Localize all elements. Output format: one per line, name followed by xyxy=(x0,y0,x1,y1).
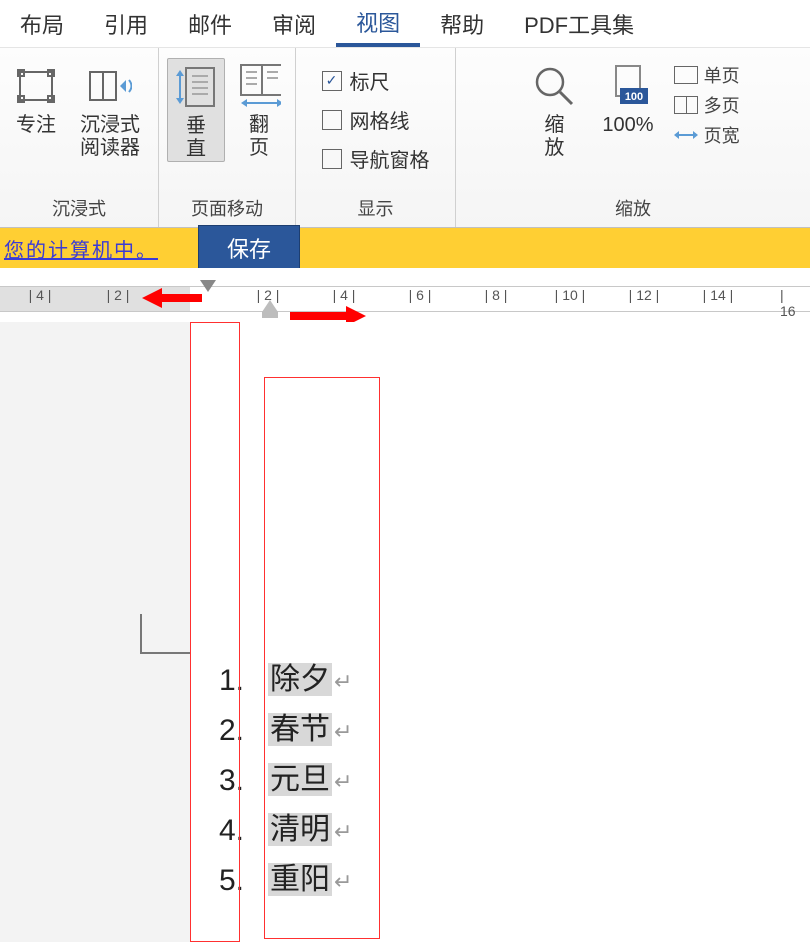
list-number: 2. xyxy=(200,707,244,755)
list-text[interactable]: 春节 xyxy=(268,713,332,746)
vertical-scroll-icon xyxy=(174,65,218,109)
paragraph-mark-icon: ↵ xyxy=(334,769,352,794)
gridlines-label: 网格线 xyxy=(350,105,410,134)
list-text[interactable]: 清明 xyxy=(268,813,332,846)
zoom-100-button[interactable]: 100 100% xyxy=(596,58,659,137)
document-area[interactable]: 1. 除夕↵ 2. 春节↵ 3. 元旦↵ 4. 清明↵ 5. 重阳↵ xyxy=(0,322,810,942)
list-text[interactable]: 除夕 xyxy=(268,663,332,696)
group-show: ✓ 标尺 网格线 导航窗格 显示 xyxy=(296,48,456,227)
paragraph-mark-icon: ↵ xyxy=(334,869,352,894)
checkbox-icon xyxy=(322,149,342,169)
paragraph-mark-icon: ↵ xyxy=(334,669,352,694)
group-zoom-label: 缩放 xyxy=(615,195,651,223)
flip-page-button[interactable]: 翻页 xyxy=(231,58,287,160)
tab-mailings[interactable]: 邮件 xyxy=(168,0,252,47)
focus-label: 专注 xyxy=(16,114,56,137)
magnifier-icon xyxy=(532,64,576,108)
ruler-checkbox[interactable]: ✓ 标尺 xyxy=(322,66,430,95)
book-audio-icon xyxy=(88,64,132,108)
list-item[interactable]: 3. 元旦↵ xyxy=(200,756,352,806)
ribbon-tabs: 布局 引用 邮件 审阅 视图 帮助 PDF工具集 xyxy=(0,0,810,48)
multi-page-label: 多页 xyxy=(704,92,740,118)
list-item[interactable]: 2. 春节↵ xyxy=(200,706,352,756)
group-zoom: 缩放 100 100% 单页 多页 xyxy=(456,48,810,227)
list-number: 4. xyxy=(200,807,244,855)
zoom-button[interactable]: 缩放 xyxy=(526,58,582,160)
multi-page-button[interactable]: 多页 xyxy=(674,92,740,118)
nav-pane-label: 导航窗格 xyxy=(350,144,430,173)
page-width-icon xyxy=(674,126,698,144)
list-item[interactable]: 5. 重阳↵ xyxy=(200,856,352,906)
flip-page-label: 翻页 xyxy=(245,114,273,160)
first-line-indent-marker[interactable] xyxy=(200,280,216,292)
tab-pdf-tools[interactable]: PDF工具集 xyxy=(504,0,654,47)
ruler-label: 标尺 xyxy=(350,66,390,95)
svg-text:100: 100 xyxy=(625,91,643,103)
paragraph-mark-icon: ↵ xyxy=(334,819,352,844)
tab-help[interactable]: 帮助 xyxy=(420,0,504,47)
tab-layout[interactable]: 布局 xyxy=(0,0,84,47)
list-item[interactable]: 4. 清明↵ xyxy=(200,806,352,856)
page-top-slice xyxy=(190,322,810,382)
list-item[interactable]: 1. 除夕↵ xyxy=(200,656,352,706)
page-width-label: 页宽 xyxy=(704,122,740,148)
annotation-arrow-left xyxy=(142,288,202,308)
message-bar: 您的计算机中。 保存 xyxy=(0,228,810,268)
ruler-ticks: | 4 | | 2 | | 2 | | 4 | | 6 | | 8 | | 10… xyxy=(0,287,810,311)
focus-icon xyxy=(14,64,58,108)
ruler-area: | 4 | | 2 | | 2 | | 4 | | 6 | | 8 | | 10… xyxy=(0,268,810,322)
paragraph-mark-icon: ↵ xyxy=(334,719,352,744)
page-corner-marker xyxy=(140,614,190,654)
checkbox-icon: ✓ xyxy=(322,71,342,91)
multi-page-icon xyxy=(674,96,698,114)
flip-page-icon xyxy=(237,64,281,108)
checkbox-icon xyxy=(322,110,342,130)
group-immersive: 专注 沉浸式阅读器 沉浸式 xyxy=(0,48,159,227)
gridlines-checkbox[interactable]: 网格线 xyxy=(322,105,430,134)
horizontal-ruler[interactable]: | 4 | | 2 | | 2 | | 4 | | 6 | | 8 | | 10… xyxy=(0,286,810,312)
list-number: 5. xyxy=(200,857,244,905)
group-immersive-label: 沉浸式 xyxy=(52,195,106,223)
list-number: 1. xyxy=(200,657,244,705)
single-page-label: 单页 xyxy=(704,62,740,88)
immersive-reader-label: 沉浸式阅读器 xyxy=(76,114,144,160)
nav-pane-checkbox[interactable]: 导航窗格 xyxy=(322,144,430,173)
tab-review[interactable]: 审阅 xyxy=(252,0,336,47)
tab-view[interactable]: 视图 xyxy=(336,0,420,47)
group-page-move: 垂直 翻页 页面移动 xyxy=(159,48,296,227)
numbered-list[interactable]: 1. 除夕↵ 2. 春节↵ 3. 元旦↵ 4. 清明↵ 5. 重阳↵ xyxy=(200,656,352,906)
focus-button[interactable]: 专注 xyxy=(8,58,64,137)
group-show-label: 显示 xyxy=(358,195,394,223)
zoom-100-label: 100% xyxy=(602,114,653,137)
page-100-icon: 100 xyxy=(606,64,650,108)
list-text[interactable]: 元旦 xyxy=(268,763,332,796)
zoom-label: 缩放 xyxy=(540,114,568,160)
immersive-reader-button[interactable]: 沉浸式阅读器 xyxy=(70,58,150,160)
single-page-icon xyxy=(674,66,698,84)
list-text[interactable]: 重阳 xyxy=(268,863,332,896)
vertical-label: 垂直 xyxy=(182,115,210,161)
group-page-move-label: 页面移动 xyxy=(191,195,263,223)
message-bar-text[interactable]: 您的计算机中。 xyxy=(4,234,158,263)
tab-references[interactable]: 引用 xyxy=(84,0,168,47)
vertical-button[interactable]: 垂直 xyxy=(167,58,225,162)
save-button[interactable]: 保存 xyxy=(198,225,300,271)
ribbon: 专注 沉浸式阅读器 沉浸式 垂直 翻页 xyxy=(0,48,810,228)
single-page-button[interactable]: 单页 xyxy=(674,62,740,88)
page-width-button[interactable]: 页宽 xyxy=(674,122,740,148)
hanging-indent-marker[interactable] xyxy=(262,300,278,312)
list-number: 3. xyxy=(200,757,244,805)
